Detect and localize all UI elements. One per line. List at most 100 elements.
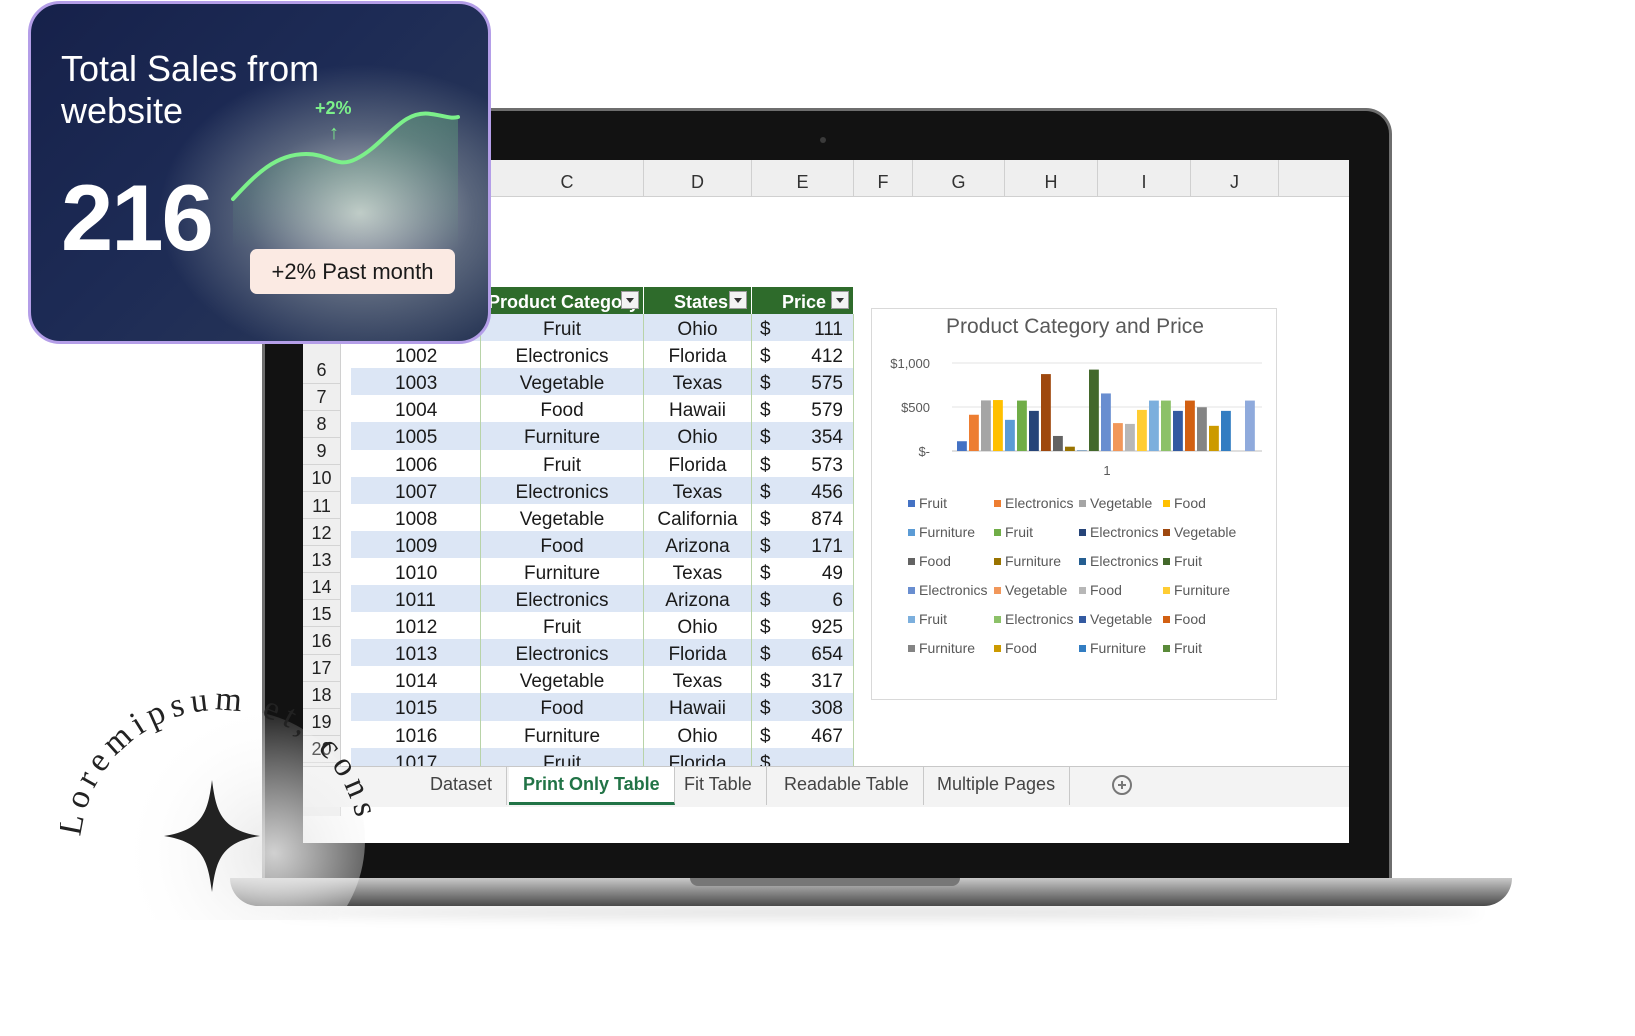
column-header-c[interactable]: C	[491, 160, 644, 196]
category-cell[interactable]: Fruit	[481, 449, 644, 478]
category-cell[interactable]: Food	[481, 395, 644, 424]
category-cell[interactable]: Food	[481, 693, 644, 722]
category-cell[interactable]: Electronics	[481, 585, 644, 614]
id-cell[interactable]: 1005	[351, 422, 481, 451]
column-header-i[interactable]: I	[1098, 160, 1191, 196]
row-header[interactable]: 6	[303, 355, 340, 384]
category-cell[interactable]: Vegetable	[481, 503, 644, 533]
column-header-h[interactable]: H	[1005, 160, 1098, 196]
column-header-d[interactable]: D	[644, 160, 752, 196]
price-cell[interactable]: $412	[752, 341, 854, 370]
sheet-tab-dataset[interactable]: Dataset	[416, 767, 508, 805]
category-cell[interactable]: Electronics	[481, 476, 644, 506]
state-cell[interactable]: Ohio	[644, 422, 752, 451]
row-header[interactable]: 13	[303, 545, 340, 574]
state-cell[interactable]: Florida	[644, 639, 752, 668]
state-cell[interactable]: Florida	[644, 449, 752, 478]
category-cell[interactable]: Furniture	[481, 557, 644, 587]
column-header-g[interactable]: G	[913, 160, 1005, 196]
category-cell[interactable]: Vegetable	[481, 368, 644, 397]
id-cell[interactable]: 1002	[351, 341, 481, 370]
bar	[1209, 425, 1219, 451]
state-cell[interactable]: California	[644, 503, 752, 533]
price-cell[interactable]: $317	[752, 666, 854, 695]
state-cell[interactable]: Ohio	[644, 314, 752, 343]
legend-item: Furniture	[1163, 582, 1230, 598]
filter-dropdown-icon[interactable]	[729, 291, 747, 309]
column-header-f[interactable]: F	[854, 160, 913, 196]
id-cell[interactable]: 1013	[351, 639, 481, 668]
id-cell[interactable]: 1011	[351, 585, 481, 614]
id-cell[interactable]: 1010	[351, 557, 481, 587]
state-cell[interactable]: Arizona	[644, 585, 752, 614]
legend-swatch	[908, 645, 915, 652]
id-cell[interactable]: 1006	[351, 449, 481, 478]
row-header[interactable]: 12	[303, 518, 340, 547]
price-cell[interactable]: $111	[752, 314, 854, 343]
state-cell[interactable]: Texas	[644, 476, 752, 506]
state-cell[interactable]: Texas	[644, 557, 752, 587]
sheet-tab-print-only-table[interactable]: Print Only Table	[509, 767, 675, 805]
state-cell[interactable]: Hawaii	[644, 395, 752, 424]
sheet-tab-readable-table[interactable]: Readable Table	[770, 767, 924, 805]
category-cell[interactable]: Fruit	[481, 612, 644, 641]
state-cell[interactable]: Ohio	[644, 720, 752, 749]
legend-item: Furniture	[1079, 640, 1146, 656]
id-cell[interactable]: 1003	[351, 368, 481, 397]
row-header[interactable]: 9	[303, 436, 340, 465]
sheet-tab-fit-table[interactable]: Fit Table	[670, 767, 767, 805]
category-cell[interactable]: Electronics	[481, 639, 644, 668]
row-header[interactable]: 17	[303, 653, 340, 682]
row-header[interactable]: 7	[303, 382, 340, 411]
row-header[interactable]: 11	[303, 491, 340, 519]
price-cell[interactable]: $654	[752, 639, 854, 668]
state-cell[interactable]: Texas	[644, 368, 752, 397]
category-cell[interactable]: Furniture	[481, 422, 644, 451]
price-cell[interactable]: $171	[752, 530, 854, 560]
id-cell[interactable]: 1009	[351, 530, 481, 560]
add-sheet-icon[interactable]	[1112, 775, 1132, 795]
id-cell[interactable]: 1007	[351, 476, 481, 506]
price-cell[interactable]: $467	[752, 720, 854, 749]
table-header-cell[interactable]: States	[644, 287, 752, 314]
state-cell[interactable]: Arizona	[644, 530, 752, 560]
price-cell[interactable]: $925	[752, 612, 854, 641]
row-header[interactable]: 8	[303, 409, 340, 438]
row-header[interactable]: 14	[303, 572, 340, 601]
state-cell[interactable]: Ohio	[644, 612, 752, 641]
price-cell[interactable]: $456	[752, 476, 854, 506]
price-cell[interactable]: $354	[752, 422, 854, 451]
price-cell[interactable]: $575	[752, 368, 854, 397]
price-cell[interactable]: $6	[752, 585, 854, 614]
currency-symbol: $	[760, 590, 771, 611]
price-cell[interactable]: $579	[752, 395, 854, 424]
price-cell[interactable]: $573	[752, 449, 854, 478]
state-cell[interactable]: Hawaii	[644, 693, 752, 722]
column-header-e[interactable]: E	[752, 160, 854, 196]
id-cell[interactable]: 1012	[351, 612, 481, 641]
table-header-cell[interactable]: Price	[752, 287, 854, 314]
row-header[interactable]: 10	[303, 463, 340, 492]
category-cell[interactable]: Electronics	[481, 341, 644, 370]
row-header[interactable]: 16	[303, 626, 340, 655]
id-cell[interactable]: 1008	[351, 503, 481, 533]
category-cell[interactable]: Food	[481, 530, 644, 560]
table-header-cell[interactable]: Product Category	[486, 287, 644, 314]
filter-dropdown-icon[interactable]	[831, 291, 849, 309]
category-cell[interactable]: Furniture	[481, 720, 644, 749]
price-cell[interactable]: $49	[752, 557, 854, 587]
legend-item: Furniture	[908, 524, 975, 540]
category-cell[interactable]: Vegetable	[481, 666, 644, 695]
state-cell[interactable]: Texas	[644, 666, 752, 695]
price-cell[interactable]: $308	[752, 693, 854, 722]
chart[interactable]: Product Category and Price $1,000 $500 $- 1…	[871, 308, 1277, 700]
id-cell[interactable]: 1004	[351, 395, 481, 424]
category-cell[interactable]: Fruit	[481, 314, 644, 343]
price-cell[interactable]: $874	[752, 503, 854, 533]
state-cell[interactable]: Florida	[644, 341, 752, 370]
filter-dropdown-icon[interactable]	[621, 291, 639, 309]
row-header[interactable]: 15	[303, 599, 340, 628]
price-value: 874	[811, 508, 843, 530]
column-header-j[interactable]: J	[1191, 160, 1279, 196]
sheet-tab-multiple-pages[interactable]: Multiple Pages	[923, 767, 1071, 805]
